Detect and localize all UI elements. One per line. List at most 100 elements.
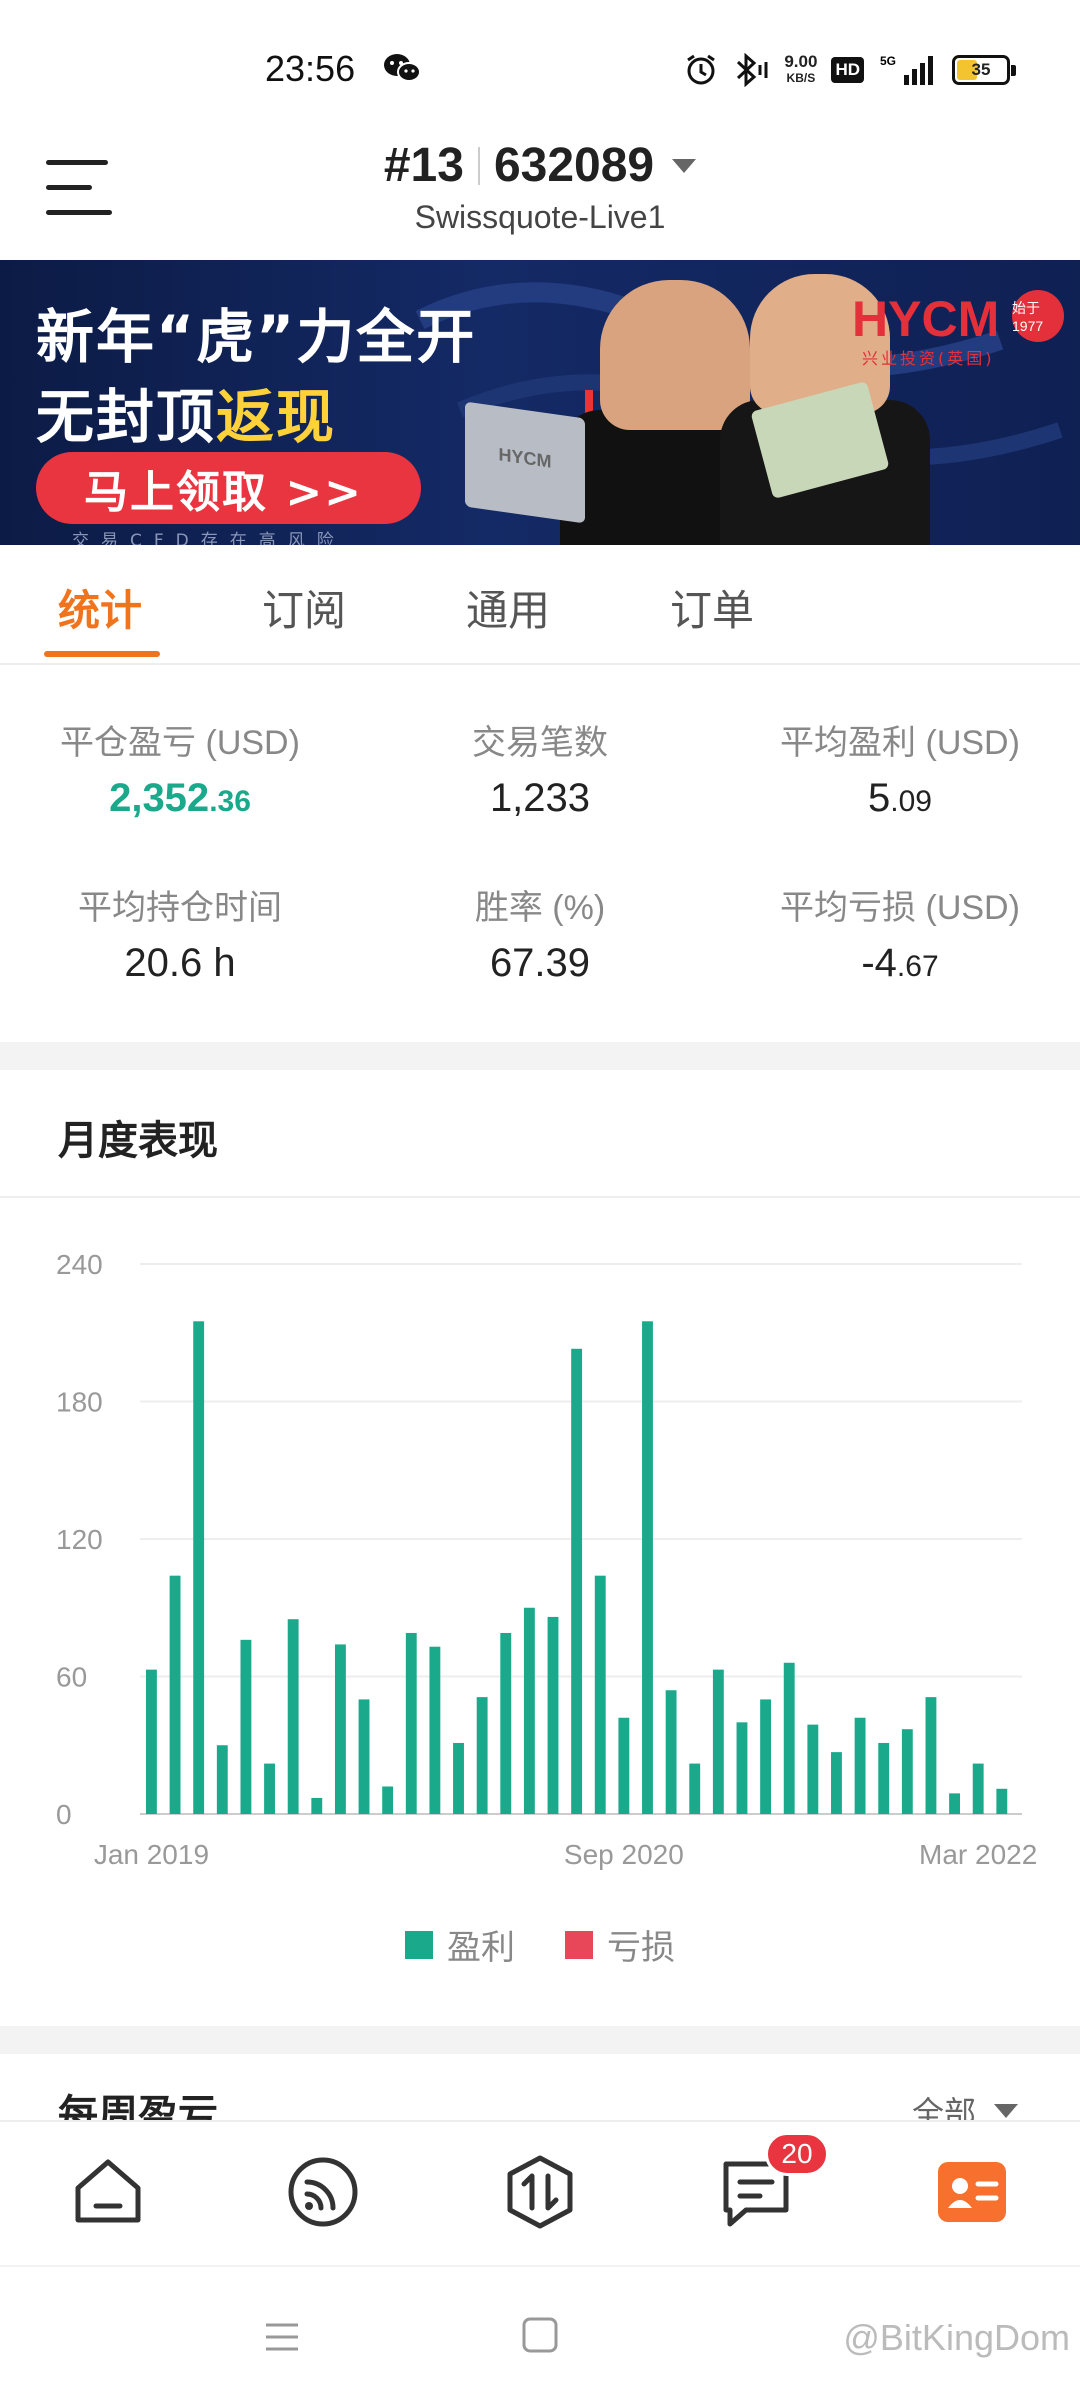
banner-headline: 新年“虎”力全开 bbox=[36, 303, 477, 371]
chart-bar[interactable] bbox=[287, 1619, 299, 1814]
stat-avg-profit: 平均盈利 (USD) 5.09 bbox=[780, 724, 1020, 820]
network-speed: 9.00 KB/S bbox=[784, 52, 818, 85]
chart-bar[interactable] bbox=[689, 1763, 701, 1814]
trade-icon[interactable] bbox=[500, 2152, 580, 2232]
weekly-section: 每周盈亏 全部 bbox=[0, 2060, 1080, 2120]
monthly-bar-chart: 0 60 120 180 240 Jan 2019 Sep 2020 Mar 2022 bbox=[56, 1249, 1037, 1870]
chart-bar[interactable] bbox=[547, 1616, 559, 1814]
tab-bar: 统计 订阅 通用 订单 bbox=[0, 545, 1080, 665]
chart-legend: 盈利 亏损 bbox=[0, 1920, 1080, 1969]
chart-bar[interactable] bbox=[358, 1699, 370, 1814]
section-divider bbox=[0, 1042, 1080, 1070]
chart-bar[interactable] bbox=[854, 1717, 866, 1814]
stat-closed-pl: 平仓盈亏 (USD) 2,352.36 bbox=[60, 724, 300, 820]
title-divider bbox=[0, 1196, 1080, 1198]
chart-bar[interactable] bbox=[807, 1724, 819, 1814]
chart-bar[interactable] bbox=[453, 1742, 464, 1814]
stat-win-rate: 胜率 (%) 67.39 bbox=[474, 889, 606, 985]
chart-bar[interactable] bbox=[476, 1697, 488, 1814]
chart-bar[interactable] bbox=[405, 1632, 417, 1814]
chart-bar[interactable] bbox=[240, 1639, 252, 1814]
chart-bar[interactable] bbox=[594, 1575, 606, 1814]
active-tab-indicator bbox=[44, 651, 160, 657]
home-button-icon[interactable] bbox=[520, 2315, 560, 2355]
tab-stats[interactable]: 统计 bbox=[58, 577, 142, 638]
chart-bar[interactable] bbox=[665, 1690, 677, 1814]
wechat-icon bbox=[384, 54, 421, 82]
chart-bar[interactable] bbox=[831, 1752, 842, 1814]
app-header: #13 632089 Swissquote-Live1 bbox=[0, 130, 1080, 260]
chart-bar[interactable] bbox=[146, 1669, 157, 1814]
weekly-title: 每周盈亏 bbox=[58, 2092, 218, 2120]
bottom-navigation: 20 bbox=[0, 2120, 1080, 2265]
server-name: Swissquote-Live1 bbox=[414, 199, 666, 235]
account-rank: #13 bbox=[383, 139, 464, 192]
y-tick-label: 60 bbox=[56, 1662, 87, 1693]
bluetooth-icon bbox=[737, 53, 768, 87]
alarm-icon bbox=[687, 54, 716, 85]
chart-bar[interactable] bbox=[523, 1607, 535, 1814]
chart-bar[interactable] bbox=[949, 1793, 961, 1814]
status-time: 23:56 bbox=[265, 48, 356, 89]
tab-subscribe[interactable]: 订阅 bbox=[262, 577, 346, 638]
account-id: 632089 bbox=[493, 139, 655, 192]
chart-bar[interactable] bbox=[642, 1321, 653, 1814]
y-tick-label: 120 bbox=[56, 1524, 103, 1555]
status-bar: 23:56 9.00 KB/S HD 5G 35 bbox=[0, 0, 1080, 130]
x-tick-label: Mar 2022 bbox=[919, 1839, 1037, 1870]
risk-disclaimer: 交易CFD存在高风险 bbox=[72, 531, 346, 545]
legend-loss[interactable]: 亏损 bbox=[565, 1920, 675, 1969]
monthly-title: 月度表现 bbox=[58, 1118, 218, 1164]
chevron-down-icon bbox=[672, 158, 697, 173]
section-divider bbox=[0, 2026, 1080, 2054]
recents-icon[interactable] bbox=[262, 2317, 302, 2357]
chart-bar[interactable] bbox=[334, 1644, 346, 1814]
brand-subtitle: 兴业投资(英国) bbox=[862, 349, 995, 368]
banner-cta-button[interactable]: 马上领取 >> bbox=[36, 452, 421, 524]
chart-bar[interactable] bbox=[618, 1717, 630, 1814]
chart-bar[interactable] bbox=[878, 1742, 890, 1814]
chart-bar[interactable] bbox=[216, 1745, 228, 1814]
legend-profit[interactable]: 盈利 bbox=[405, 1920, 515, 1969]
chart-bar[interactable] bbox=[311, 1797, 323, 1814]
weekly-filter-dropdown[interactable]: 全部 bbox=[912, 2088, 1018, 2120]
chart-bar[interactable] bbox=[925, 1697, 937, 1814]
chart-bar[interactable] bbox=[712, 1669, 724, 1814]
account-selector[interactable]: #13 632089 Swissquote-Live1 bbox=[0, 138, 1080, 236]
chart-bar[interactable] bbox=[169, 1575, 181, 1814]
hycm-logo: HYCM bbox=[852, 291, 1000, 347]
chart-bar[interactable] bbox=[429, 1646, 441, 1814]
chart-bar[interactable] bbox=[901, 1729, 913, 1814]
chart-bar[interactable] bbox=[382, 1786, 394, 1815]
y-tick-label: 0 bbox=[56, 1799, 72, 1830]
x-tick-label: Jan 2019 bbox=[94, 1839, 209, 1870]
x-tick-label: Sep 2020 bbox=[564, 1839, 684, 1870]
laptop-image: HYCM bbox=[465, 401, 585, 524]
svg-text:5G: 5G bbox=[880, 54, 896, 68]
chart-bar[interactable] bbox=[571, 1348, 583, 1814]
chart-bar[interactable] bbox=[760, 1699, 772, 1814]
hd-badge: HD bbox=[831, 57, 864, 83]
message-badge: 20 bbox=[765, 2132, 829, 2176]
stat-trade-count: 交易笔数 1,233 bbox=[472, 724, 608, 820]
chart-bar[interactable] bbox=[996, 1788, 1008, 1814]
y-tick-label: 180 bbox=[56, 1387, 103, 1418]
tab-general[interactable]: 通用 bbox=[466, 577, 550, 638]
chart-bar[interactable] bbox=[736, 1722, 748, 1814]
y-tick-label: 240 bbox=[56, 1249, 103, 1280]
stats-panel: 平仓盈亏 (USD) 2,352.36 交易笔数 1,233 平均盈利 (USD… bbox=[0, 665, 1080, 1040]
stat-avg-hold-time: 平均持仓时间 20.6 h bbox=[78, 889, 282, 985]
promo-banner[interactable]: HYCM 新年“虎”力全开 无封顶返现 马上领取 >> 交易CFD存在高风险 H… bbox=[0, 260, 1080, 545]
seal-badge: 始于1977 bbox=[1012, 290, 1064, 342]
chart-bar[interactable] bbox=[264, 1763, 275, 1814]
chart-bar[interactable] bbox=[783, 1662, 795, 1814]
chart-bar[interactable] bbox=[500, 1632, 512, 1814]
watermark: @BitKingDom bbox=[843, 2317, 1070, 2358]
chart-bar[interactable] bbox=[193, 1321, 205, 1814]
profile-icon[interactable] bbox=[932, 2152, 1012, 2232]
tab-orders[interactable]: 订单 bbox=[670, 577, 754, 638]
chart-bar[interactable] bbox=[972, 1763, 984, 1814]
signal-icon: 5G bbox=[880, 54, 933, 85]
home-icon[interactable] bbox=[68, 2152, 148, 2232]
feed-icon[interactable] bbox=[283, 2152, 363, 2232]
